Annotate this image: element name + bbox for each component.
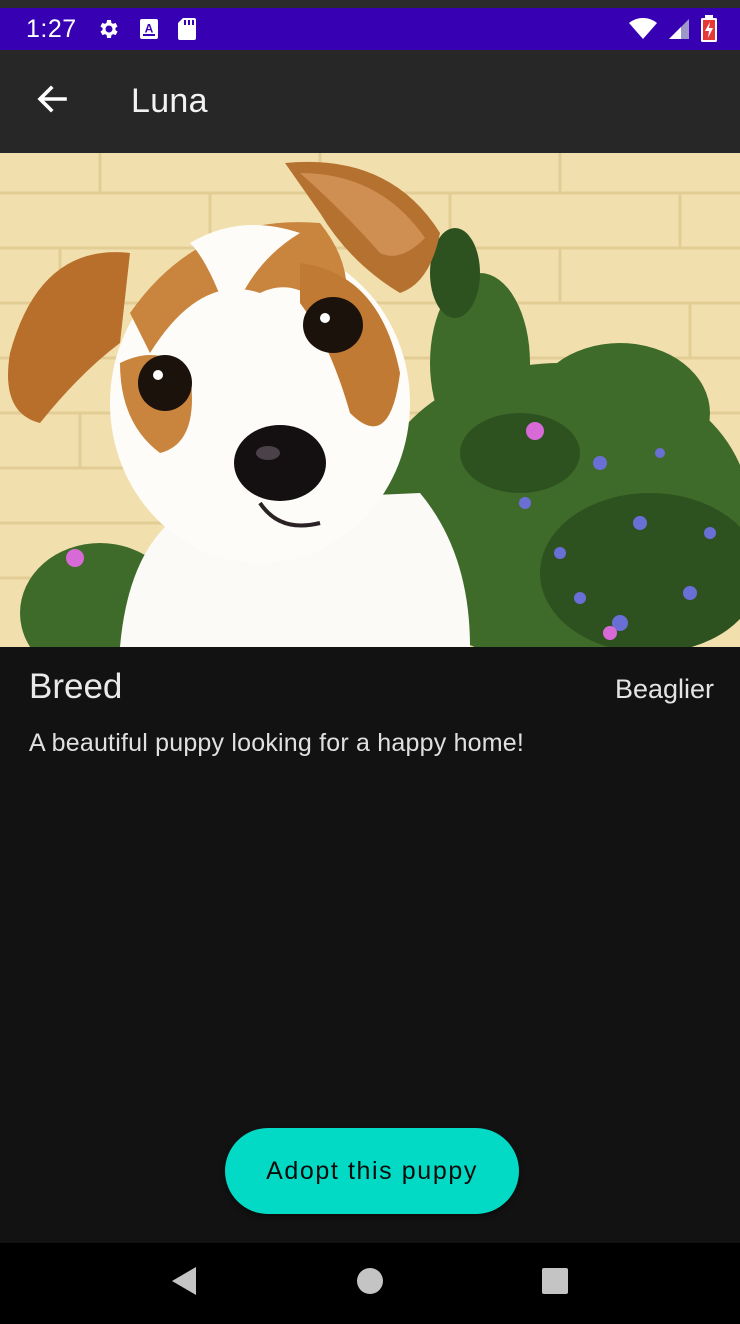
battery-charging-icon <box>700 15 718 43</box>
status-time: 1:27 <box>26 14 77 43</box>
puppy-details: Breed Beaglier A beautiful puppy looking… <box>0 647 740 758</box>
back-button[interactable] <box>24 74 80 130</box>
signal-icon <box>668 18 690 40</box>
wifi-icon <box>628 18 658 40</box>
top-edge <box>0 0 740 8</box>
status-bar: 1:27 A <box>0 8 740 50</box>
nav-home-button[interactable] <box>340 1254 400 1314</box>
status-icons-left: A <box>97 17 197 41</box>
system-nav-bar <box>0 1243 740 1324</box>
status-icons-right <box>628 15 718 43</box>
puppy-description: A beautiful puppy looking for a happy ho… <box>29 729 525 757</box>
sd-card-icon <box>177 17 197 41</box>
nav-recents-button[interactable] <box>525 1254 585 1314</box>
nav-back-button[interactable] <box>155 1254 215 1314</box>
breed-value: Beaglier <box>614 674 714 704</box>
puppy-photo <box>0 153 740 647</box>
breed-label: Breed <box>29 667 123 706</box>
recents-square-icon <box>541 1267 569 1300</box>
back-triangle-icon <box>170 1265 200 1302</box>
adopt-button[interactable]: Adopt this puppy <box>225 1128 519 1214</box>
a-font-icon: A <box>139 18 159 40</box>
page-title: Luna <box>131 82 208 120</box>
app-bar: Luna <box>0 50 740 153</box>
arrow-back-icon <box>36 83 68 120</box>
gear-icon <box>97 17 121 41</box>
breed-row: Breed Beaglier <box>29 667 714 707</box>
svg-text:A: A <box>144 22 153 36</box>
home-circle-icon <box>356 1267 384 1300</box>
